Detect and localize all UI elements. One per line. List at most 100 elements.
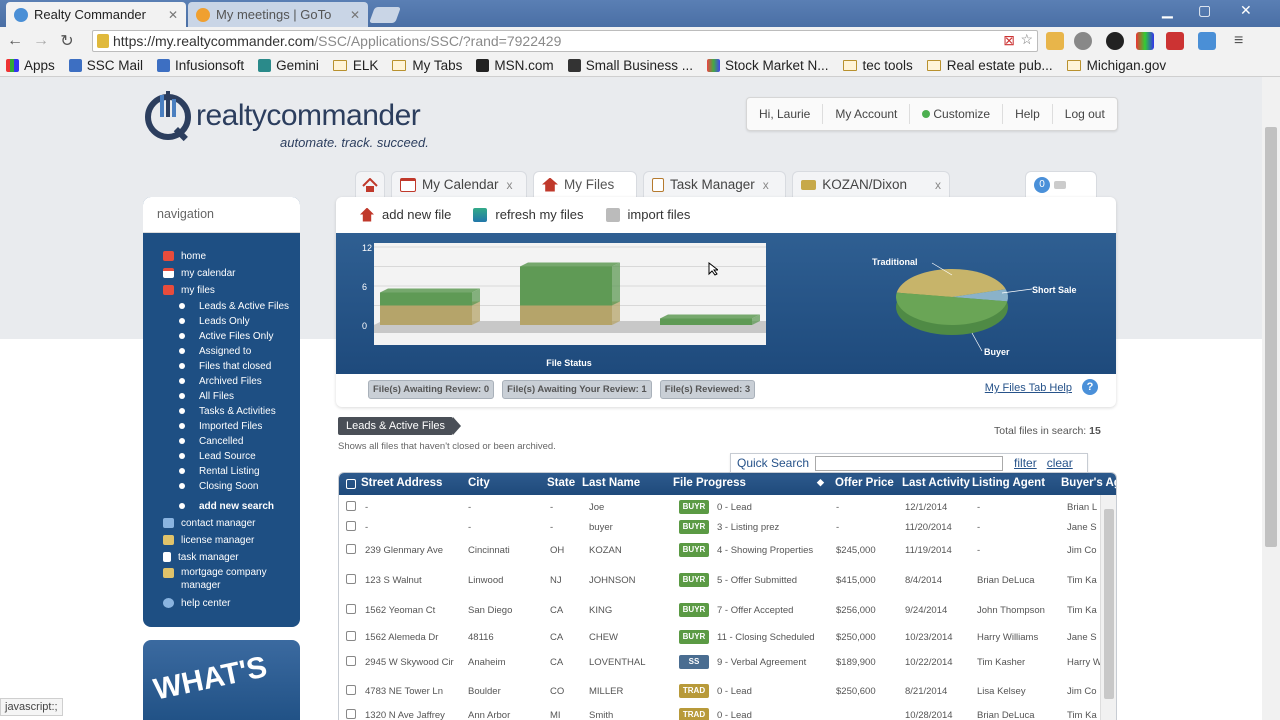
nav-sub-tasks[interactable]: Tasks & Activities	[179, 404, 276, 418]
tab-task-manager[interactable]: Task Manager x	[643, 171, 786, 197]
reviewed-pill[interactable]: File(s) Reviewed: 3	[659, 379, 756, 399]
sort-icon[interactable]: ◆	[817, 477, 824, 488]
star-icon[interactable]: ☆	[1020, 31, 1033, 48]
row-checkbox[interactable]	[346, 501, 356, 511]
col-listing-agent[interactable]: Listing Agent	[972, 477, 1045, 489]
bookmark-gemini[interactable]: Gemini	[258, 58, 319, 73]
tab-my-files[interactable]: My Files	[533, 171, 637, 197]
browser-tab-realty-commander[interactable]: Realty Commander ✕	[6, 2, 186, 27]
extension-icon[interactable]	[1106, 32, 1124, 50]
col-state[interactable]: State	[547, 477, 575, 489]
reload-icon[interactable]: ↻	[56, 31, 78, 51]
row-checkbox[interactable]	[346, 544, 356, 554]
filter-link[interactable]: filter	[1014, 456, 1037, 470]
nav-contact-manager[interactable]: contact manager	[163, 516, 256, 530]
nav-sub-closed[interactable]: Files that closed	[179, 359, 271, 373]
close-tab-icon[interactable]: ✕	[168, 8, 178, 22]
nav-my-calendar[interactable]: my calendar	[163, 266, 235, 280]
page-scrollbar[interactable]	[1262, 77, 1280, 720]
clear-link[interactable]: clear	[1047, 456, 1073, 470]
table-row[interactable]: BUYR - - - Joe 0 - Lead - 12/1/2014 - Brian L	[339, 499, 1099, 515]
close-tab-icon[interactable]: ✕	[350, 8, 360, 22]
nav-sub-rental[interactable]: Rental Listing	[179, 464, 260, 478]
tab-kozan-dixon[interactable]: KOZAN/Dixon x	[792, 171, 950, 197]
row-checkbox[interactable]	[346, 604, 356, 614]
select-all-checkbox[interactable]	[346, 479, 356, 489]
menu-icon[interactable]: ≡	[1234, 32, 1252, 50]
table-row[interactable]: BUYR 1562 Yeoman Ct San Diego CA KING 7 - Off…	[339, 602, 1099, 618]
bookmark-small-business[interactable]: Small Business ...	[567, 58, 693, 73]
close-tab-icon[interactable]: x	[763, 178, 769, 192]
add-new-file-button[interactable]: add new file	[360, 207, 451, 222]
nav-sub-all[interactable]: All Files	[179, 389, 234, 403]
nav-home[interactable]: home	[163, 249, 206, 263]
address-bar[interactable]: https://my.realtycommander.com/SSC/Appli…	[92, 30, 1038, 52]
refresh-files-button[interactable]: refresh my files	[473, 207, 584, 222]
table-row[interactable]: BUYR - - - buyer 3 - Listing prez - 11/20/2014 -…	[339, 519, 1099, 535]
my-files-help-link[interactable]: My Files Tab Help	[985, 382, 1072, 394]
bookmark-ssc-mail[interactable]: SSC Mail	[68, 58, 143, 73]
nav-sub-closing-soon[interactable]: Closing Soon	[179, 479, 258, 493]
minimize-icon[interactable]: ▁	[1162, 2, 1173, 19]
bookmark-michigan[interactable]: Michigan.gov	[1066, 58, 1166, 73]
tab-my-calendar[interactable]: My Calendar x	[391, 171, 527, 197]
nav-my-files[interactable]: my files	[163, 283, 215, 297]
maximize-icon[interactable]: ▢	[1198, 2, 1211, 19]
bookmark-my-tabs[interactable]: My Tabs	[392, 58, 462, 73]
extension-icon[interactable]	[1074, 32, 1092, 50]
logout-link[interactable]: Log out	[1053, 104, 1117, 124]
close-tab-icon[interactable]: x	[935, 178, 941, 192]
bookmark-infusionsoft[interactable]: Infusionsoft	[157, 58, 244, 73]
row-checkbox[interactable]	[346, 656, 356, 666]
customize-link[interactable]: Customize	[910, 104, 1004, 124]
forward-arrow-icon[interactable]: →	[30, 32, 52, 50]
back-arrow-icon[interactable]: ←	[4, 32, 26, 50]
browser-tab-gotomeeting[interactable]: My meetings | GoTo ✕	[188, 2, 368, 27]
close-window-icon[interactable]: ✕	[1240, 2, 1252, 19]
import-files-button[interactable]: import files	[605, 207, 690, 222]
close-tab-icon[interactable]: x	[507, 178, 513, 192]
awaiting-review-pill[interactable]: File(s) Awaiting Review: 0	[368, 379, 495, 399]
whats-new-banner[interactable]: WHAT'S	[143, 640, 300, 720]
nav-sub-cancelled[interactable]: Cancelled	[179, 434, 243, 448]
realty-commander-logo[interactable]: realtycommander automate. track. succeed…	[142, 87, 429, 150]
col-street-address[interactable]: Street Address	[361, 477, 442, 489]
quick-search-input[interactable]	[815, 455, 1004, 471]
awaiting-your-review-pill[interactable]: File(s) Awaiting Your Review: 1	[502, 379, 652, 399]
table-row[interactable]: TRAD 1320 N Ave Jaffrey Ann Arbor MI Smith 0 …	[339, 707, 1099, 720]
row-checkbox[interactable]	[346, 574, 356, 584]
table-row[interactable]: BUYR 123 S Walnut Linwood NJ JOHNSON 5 - Offe…	[339, 572, 1099, 588]
nav-sub-imported[interactable]: Imported Files	[179, 419, 262, 433]
nav-license-manager[interactable]: license manager	[163, 533, 254, 547]
new-tab-button[interactable]	[369, 7, 401, 23]
col-last-name[interactable]: Last Name	[582, 477, 640, 489]
nav-mortgage-manager[interactable]: mortgage company manager	[163, 566, 273, 594]
my-account-link[interactable]: My Account	[823, 104, 911, 124]
bookmark-stock-market[interactable]: Stock Market N...	[706, 58, 829, 73]
nav-task-manager[interactable]: task manager	[163, 550, 239, 564]
col-offer-price[interactable]: Offer Price	[835, 477, 894, 489]
help-icon[interactable]: ?	[1082, 379, 1098, 395]
table-scroll-thumb[interactable]	[1104, 509, 1114, 699]
row-checkbox[interactable]	[346, 685, 356, 695]
bookmark-apps[interactable]: Apps	[6, 58, 55, 73]
bookmark-tec-tools[interactable]: tec tools	[842, 58, 913, 73]
table-scrollbar[interactable]	[1100, 495, 1116, 720]
row-checkbox[interactable]	[346, 521, 356, 531]
table-row[interactable]: BUYR 1562 Alemeda Dr 48116 CA CHEW 11 - Closi…	[339, 629, 1099, 645]
notifications-tab[interactable]: 0	[1025, 171, 1097, 197]
help-link[interactable]: Help	[1003, 104, 1053, 124]
table-row[interactable]: SS 2945 W Skywood Cir Anaheim CA LOVENTHAL 9 …	[339, 654, 1102, 670]
col-buyers-agent[interactable]: Buyer's Ag	[1061, 477, 1116, 489]
bookmark-real-estate[interactable]: Real estate pub...	[926, 58, 1053, 73]
nav-add-new-search[interactable]: add new search	[179, 499, 274, 513]
blocked-content-icon[interactable]: ⊠	[1003, 32, 1015, 49]
nav-sub-active-only[interactable]: Active Files Only	[179, 329, 273, 343]
col-file-progress[interactable]: File Progress	[673, 477, 746, 489]
nav-sub-assigned[interactable]: Assigned to	[179, 344, 251, 358]
tab-home[interactable]	[355, 171, 385, 197]
nav-sub-leads-only[interactable]: Leads Only	[179, 314, 250, 328]
gmail-icon[interactable]	[1166, 32, 1184, 50]
extension-icon[interactable]	[1198, 32, 1216, 50]
extension-icon[interactable]	[1046, 32, 1064, 50]
